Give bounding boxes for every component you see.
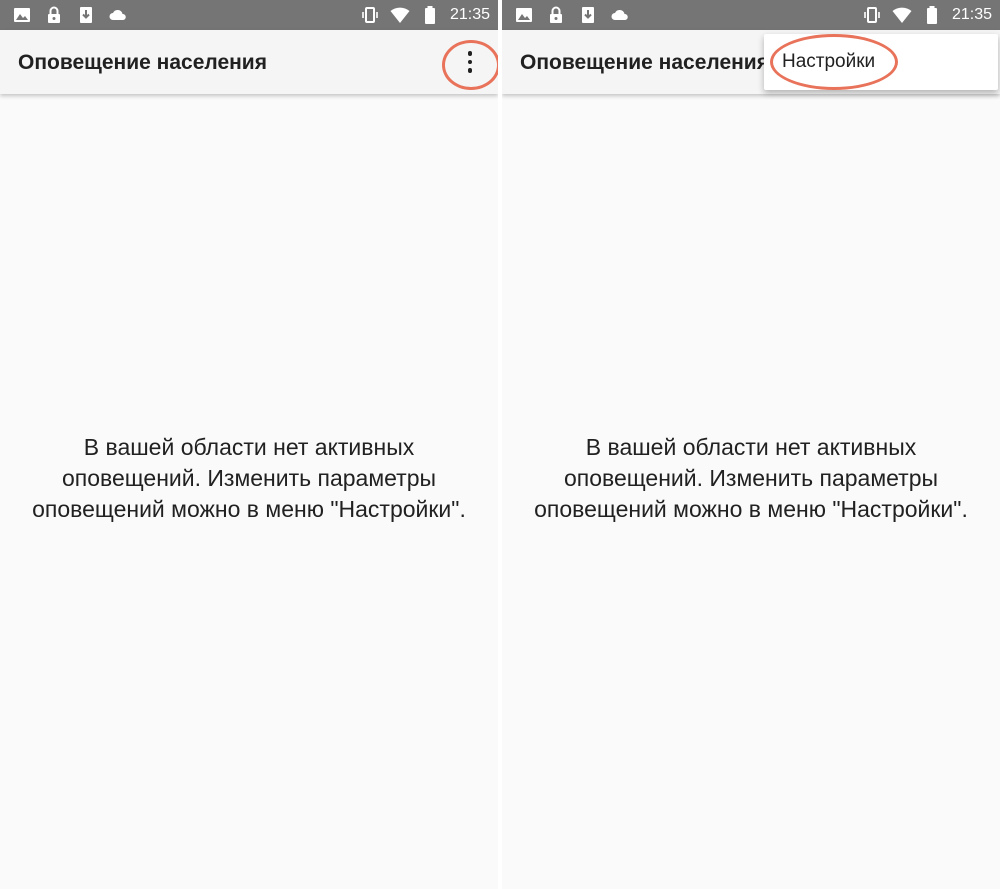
screen-left: 21:35 Оповещение населения В вашей облас…: [0, 0, 498, 889]
highlight-ring: [442, 40, 498, 90]
wifi-icon: [390, 7, 410, 23]
download-icon: [80, 7, 92, 23]
cloud-icon: [611, 9, 628, 20]
lock-icon: [550, 6, 562, 23]
app-bar: Оповещение населения: [0, 30, 498, 94]
battery-icon: [424, 6, 435, 24]
screen-right: 21:35 Оповещение населения Настройки В в…: [502, 0, 1000, 889]
vibrate-icon: [864, 7, 880, 23]
download-icon: [582, 7, 594, 23]
clock: 21:35: [449, 6, 490, 23]
cloud-icon: [109, 9, 126, 20]
highlight-ring: [770, 34, 898, 90]
status-bar: 21:35: [502, 0, 1000, 30]
wifi-icon: [892, 7, 912, 23]
status-bar: 21:35: [0, 0, 498, 30]
empty-state-message: В вашей области нет активных оповещений.…: [32, 434, 466, 522]
clock: 21:35: [951, 6, 992, 23]
image-icon: [516, 8, 532, 22]
empty-state-message: В вашей области нет активных оповещений.…: [534, 434, 968, 522]
app-title: Оповещение населения: [520, 51, 769, 74]
vibrate-icon: [362, 7, 378, 23]
lock-icon: [48, 6, 60, 23]
battery-icon: [926, 6, 937, 24]
image-icon: [14, 8, 30, 22]
app-title: Оповещение населения: [18, 51, 267, 74]
